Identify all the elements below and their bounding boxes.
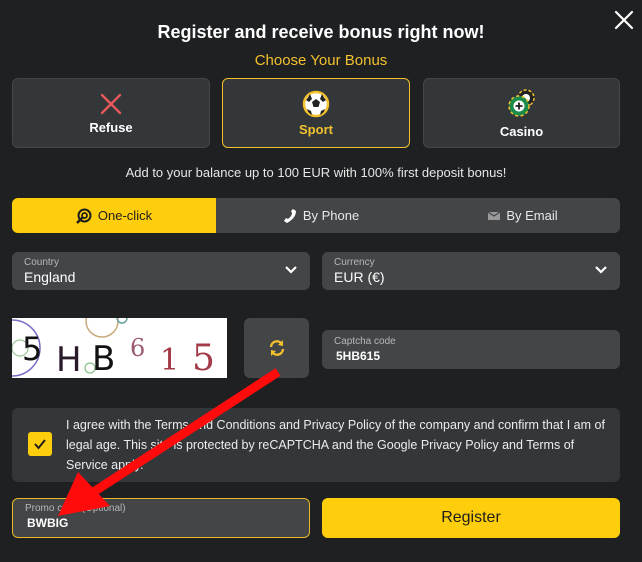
country-value: England bbox=[24, 269, 76, 285]
checkmark-icon bbox=[34, 439, 46, 450]
tab-one-click[interactable]: One-click bbox=[12, 198, 216, 233]
bonus-label: Sport bbox=[299, 121, 333, 137]
country-select[interactable]: Country England bbox=[12, 252, 310, 290]
bonus-option-casino[interactable]: Casino bbox=[423, 78, 620, 148]
bonus-option-sport[interactable]: Sport bbox=[222, 78, 410, 148]
captcha-value: 5HB615 bbox=[336, 349, 381, 363]
tab-by-phone[interactable]: By Phone bbox=[216, 198, 426, 233]
currency-select[interactable]: Currency EUR (€) bbox=[322, 252, 620, 290]
currency-caption: Currency bbox=[334, 257, 375, 268]
agreement-text: I agree with the Terms and Conditions an… bbox=[66, 418, 605, 472]
captcha-code-input[interactable]: Captcha code 5HB615 bbox=[322, 330, 620, 369]
chevron-down-icon bbox=[285, 266, 297, 274]
agreement-panel: I agree with the Terms and Conditions an… bbox=[12, 408, 620, 482]
soccer-ball-icon bbox=[302, 90, 330, 117]
captcha-image: 5 H B 6 1 5 bbox=[12, 318, 227, 378]
registration-method-tabs: One-click By Phone By Email bbox=[12, 198, 620, 233]
phone-icon bbox=[283, 208, 296, 223]
promo-caption: Promo code (Optional) bbox=[25, 503, 126, 514]
agreement-checkbox[interactable] bbox=[28, 432, 52, 456]
casino-chips-icon bbox=[507, 88, 535, 117]
bonus-label: Refuse bbox=[89, 119, 133, 135]
page-title: Register and receive bonus right now! bbox=[157, 22, 485, 42]
bonus-label: Casino bbox=[499, 123, 544, 139]
tab-label: By Email bbox=[506, 208, 558, 223]
promo-value: BWBIG bbox=[27, 516, 69, 530]
bonus-option-refuse[interactable]: Refuse bbox=[12, 78, 210, 148]
email-icon bbox=[488, 211, 501, 220]
captcha-char: H bbox=[56, 340, 82, 378]
captcha-char: 5 bbox=[22, 330, 42, 368]
x-icon bbox=[100, 93, 122, 114]
bonus-info-text: Add to your balance up to 100 EUR with 1… bbox=[125, 165, 507, 180]
register-button[interactable]: Register bbox=[322, 498, 620, 538]
captcha-char: B bbox=[92, 339, 115, 378]
country-caption: Country bbox=[24, 257, 60, 268]
tab-label: One-click bbox=[97, 208, 153, 223]
captcha-char: 6 bbox=[130, 334, 145, 362]
refresh-icon bbox=[269, 340, 284, 356]
tab-label: By Phone bbox=[302, 208, 360, 223]
captcha-char: 1 bbox=[160, 343, 179, 378]
captcha-char: 5 bbox=[192, 338, 215, 378]
one-click-icon bbox=[76, 208, 92, 224]
promo-code-input[interactable]: Promo code (Optional) BWBIG bbox=[12, 498, 310, 538]
choose-bonus-subtitle: Choose Your Bonus bbox=[254, 52, 388, 69]
chevron-down-icon bbox=[595, 266, 607, 274]
captcha-refresh-button[interactable] bbox=[244, 318, 309, 378]
currency-value: EUR (€) bbox=[334, 269, 385, 285]
captcha-caption: Captcha code bbox=[334, 336, 396, 347]
tab-by-email[interactable]: By Email bbox=[426, 198, 620, 233]
